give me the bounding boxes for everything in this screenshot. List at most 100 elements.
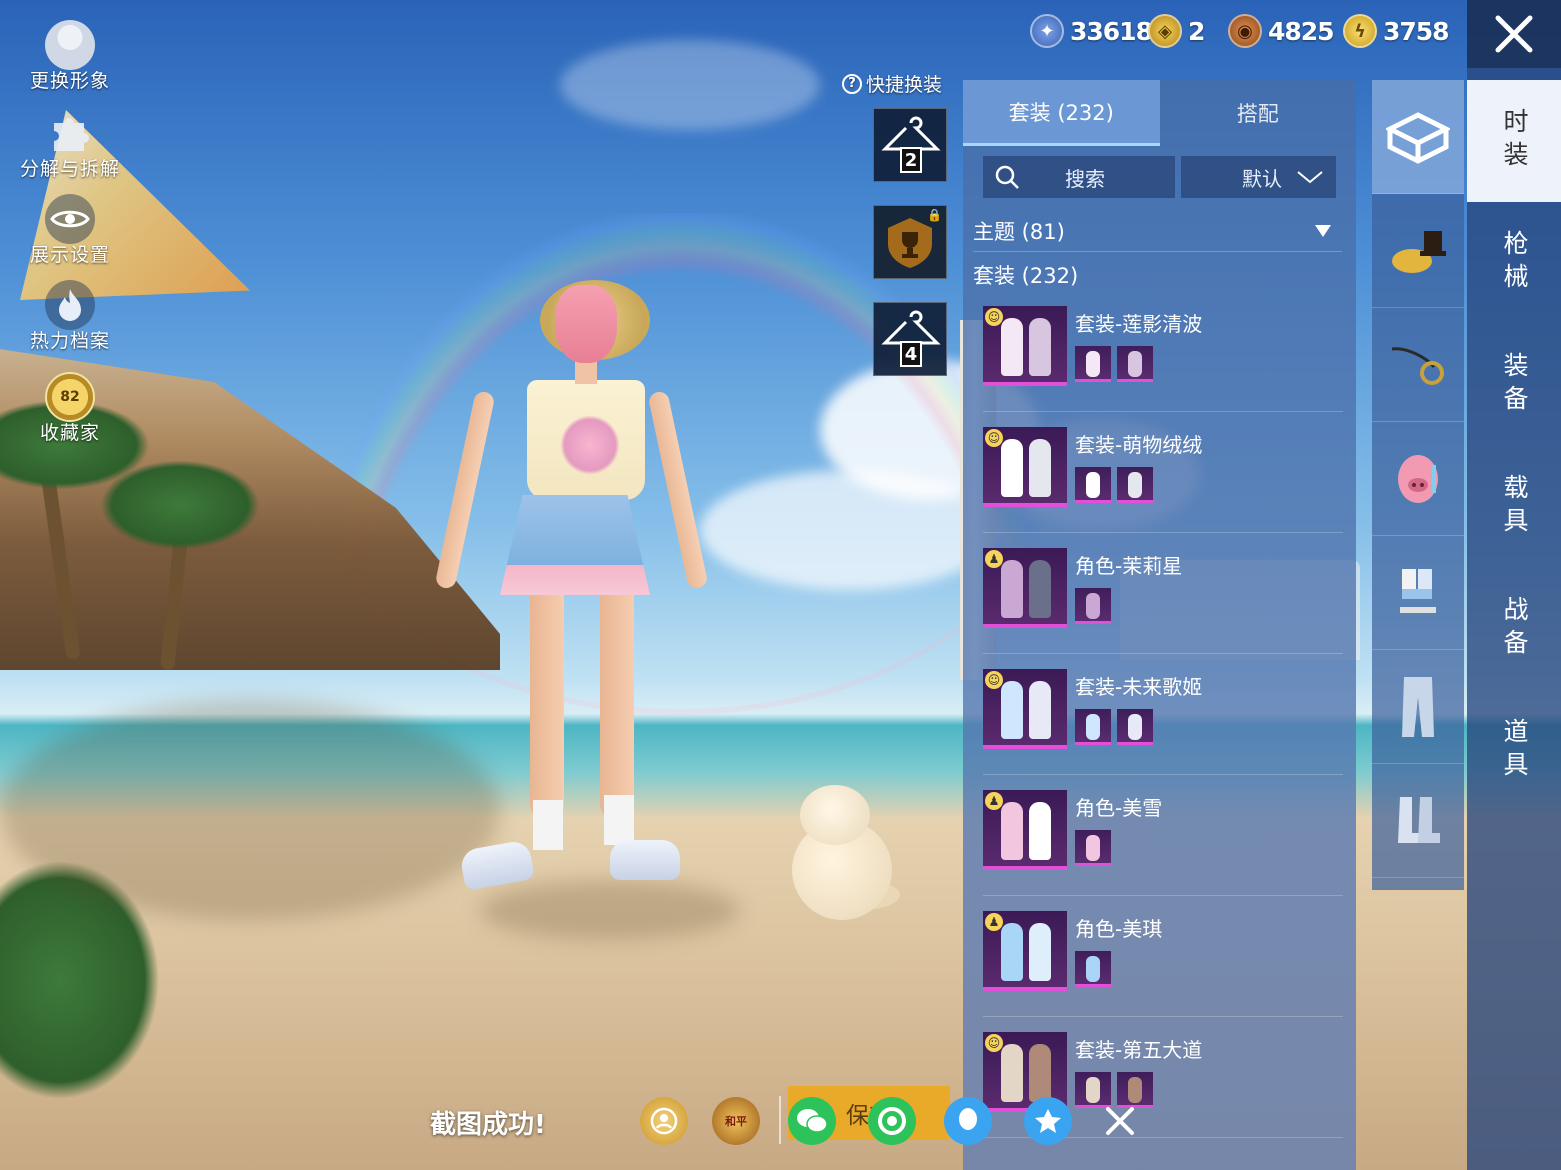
quick-change-title[interactable]: ? 快捷换装 [842, 70, 942, 97]
outfit-piece-figure [1086, 1077, 1100, 1103]
quick-slot-locked[interactable]: 🔒 [873, 205, 947, 279]
tab-equipment[interactable]: 装备 [1467, 324, 1561, 446]
decompose-button[interactable]: 分解与拆解 [18, 108, 122, 181]
outfit-thumbnail: ☺ [983, 427, 1067, 507]
share-game-center[interactable] [640, 1097, 688, 1145]
search-icon [995, 165, 1019, 189]
share-moments[interactable] [868, 1097, 916, 1145]
outfit-piece-thumbnail[interactable] [1075, 951, 1111, 987]
quick-slot-4[interactable]: 4 [873, 302, 947, 376]
hat-icon [1392, 230, 1446, 273]
share-peace-elite[interactable]: 和平 [712, 1097, 760, 1145]
moments-icon [878, 1107, 906, 1135]
boots-icon [1398, 796, 1440, 843]
trophy-locked-icon [888, 218, 932, 268]
quick-slot-2[interactable]: 2 [873, 108, 947, 182]
sort-value: 默认 [1242, 166, 1282, 191]
outfit-figure [1029, 802, 1051, 860]
outfit-item[interactable]: ☺ 套装-莲影清波 [983, 302, 1343, 412]
outfit-thumbnail: ♟ [983, 790, 1067, 870]
tab-weapons[interactable]: 枪械 [1467, 202, 1561, 324]
theme-filter[interactable]: 主题 (81) [973, 210, 1342, 252]
close-wardrobe-button[interactable] [1467, 0, 1561, 68]
sort-dropdown[interactable]: 默认 [1181, 156, 1336, 198]
bronze-coin-icon: ◉ [1228, 14, 1262, 48]
search-box[interactable]: 搜索 [983, 156, 1176, 198]
outfit-figure [1001, 560, 1023, 618]
outfit-thumbnail: ☺ [983, 306, 1067, 386]
category-glasses[interactable] [1372, 308, 1464, 422]
outfit-name: 角色-美琪 [1075, 917, 1163, 941]
outfit-piece-figure [1086, 472, 1100, 498]
outfit-figure [1001, 318, 1023, 376]
tab-items[interactable]: 道具 [1467, 690, 1561, 812]
share-qzone[interactable] [1024, 1097, 1072, 1145]
outfit-figure [1029, 923, 1051, 981]
outfit-pieces [1075, 467, 1153, 503]
currency-uc[interactable]: ✦ 33618 [1030, 14, 1153, 48]
outfit-piece-thumbnail[interactable] [1075, 588, 1111, 624]
smile-badge-icon: ☺ [985, 671, 1003, 689]
currency-lightning[interactable]: ϟ 3758 [1343, 14, 1450, 48]
game-center-icon [650, 1107, 678, 1135]
outfit-piece-thumbnail[interactable] [1075, 830, 1111, 866]
outfit-piece-thumbnail[interactable] [1075, 346, 1111, 382]
category-outfit[interactable] [1372, 80, 1464, 194]
smile-badge-icon: ☺ [985, 1034, 1003, 1052]
outfit-piece-thumbnail[interactable] [1117, 346, 1153, 382]
outfit-item[interactable]: ☺ 套装-萌物绒绒 [983, 423, 1343, 533]
tab-battle-prep-label: 战备 [1500, 596, 1529, 662]
currency-honor[interactable]: ◈ 2 [1148, 14, 1205, 48]
outfit-piece-figure [1128, 714, 1142, 740]
share-wechat[interactable] [788, 1097, 836, 1145]
outfit-panel: 套装 (232) 搭配 搜索 默认 主题 (81) 套装 (232) ☺ 套装-莲… [963, 80, 1356, 1170]
tab-combinations[interactable]: 搭配 [1160, 80, 1357, 146]
outfit-figure [1001, 923, 1023, 981]
collector-button[interactable]: 82 收藏家 [18, 372, 122, 445]
outfit-piece-figure [1128, 351, 1142, 377]
outfit-item[interactable]: ☺ 套装-未来歌姬 [983, 665, 1343, 775]
category-pants[interactable] [1372, 650, 1464, 764]
tab-fashion[interactable]: 时装 [1467, 80, 1561, 202]
pants-icon [1402, 676, 1434, 737]
change-appearance-button[interactable]: 更换形象 [18, 20, 122, 93]
wechat-icon [797, 1109, 828, 1133]
right-category-tabs: 时装 枪械 装备 载具 战备 道具 [1467, 68, 1561, 1170]
category-hat[interactable] [1372, 194, 1464, 308]
outfit-piece-thumbnail[interactable] [1075, 467, 1111, 503]
category-mask[interactable] [1372, 422, 1464, 536]
outfit-piece-thumbnail[interactable] [1117, 467, 1153, 503]
currency-bronze-value: 4825 [1268, 16, 1335, 46]
clothes-set-icon [1400, 568, 1436, 613]
outfit-item[interactable]: ♟ 角色-茉莉星 [983, 544, 1343, 654]
help-icon[interactable]: ? [842, 73, 862, 94]
outfit-name: 套装-第五大道 [1075, 1038, 1203, 1062]
currency-bronze[interactable]: ◉ 4825 [1228, 14, 1335, 48]
honor-coin-icon: ◈ [1148, 14, 1182, 48]
outfit-piece-thumbnail[interactable] [1075, 709, 1111, 745]
quick-change-label: 快捷换装 [866, 74, 943, 96]
category-clothes-set[interactable] [1372, 536, 1464, 650]
outfit-item[interactable]: ♟ 角色-美琪 [983, 907, 1343, 1017]
close-share-bar[interactable] [1096, 1097, 1144, 1145]
outfit-piece-figure [1086, 714, 1100, 740]
category-shoes[interactable] [1372, 764, 1464, 878]
peace-elite-icon: 和平 [725, 1115, 747, 1128]
tab-battle-prep[interactable]: 战备 [1467, 568, 1561, 690]
pig-mask-icon [1398, 454, 1438, 503]
currency-honor-value: 2 [1188, 16, 1205, 46]
outfit-pieces [1075, 951, 1111, 987]
outfit-item[interactable]: ♟ 角色-美雪 [983, 786, 1343, 896]
heat-profile-button[interactable]: 热力档案 [18, 280, 122, 353]
outfit-piece-thumbnail[interactable] [1117, 709, 1153, 745]
outfit-name: 套装-莲影清波 [1075, 312, 1203, 336]
tab-fashion-label: 时装 [1500, 108, 1529, 174]
outfit-piece-figure [1086, 835, 1100, 861]
change-appearance-label: 更换形象 [29, 70, 110, 92]
tab-vehicles[interactable]: 载具 [1467, 446, 1561, 568]
eye-icon [45, 194, 95, 244]
outfit-figure [1001, 802, 1023, 860]
tab-sets[interactable]: 套装 (232) [963, 80, 1160, 146]
display-settings-button[interactable]: 展示设置 [18, 194, 122, 267]
share-qq[interactable] [944, 1097, 992, 1145]
